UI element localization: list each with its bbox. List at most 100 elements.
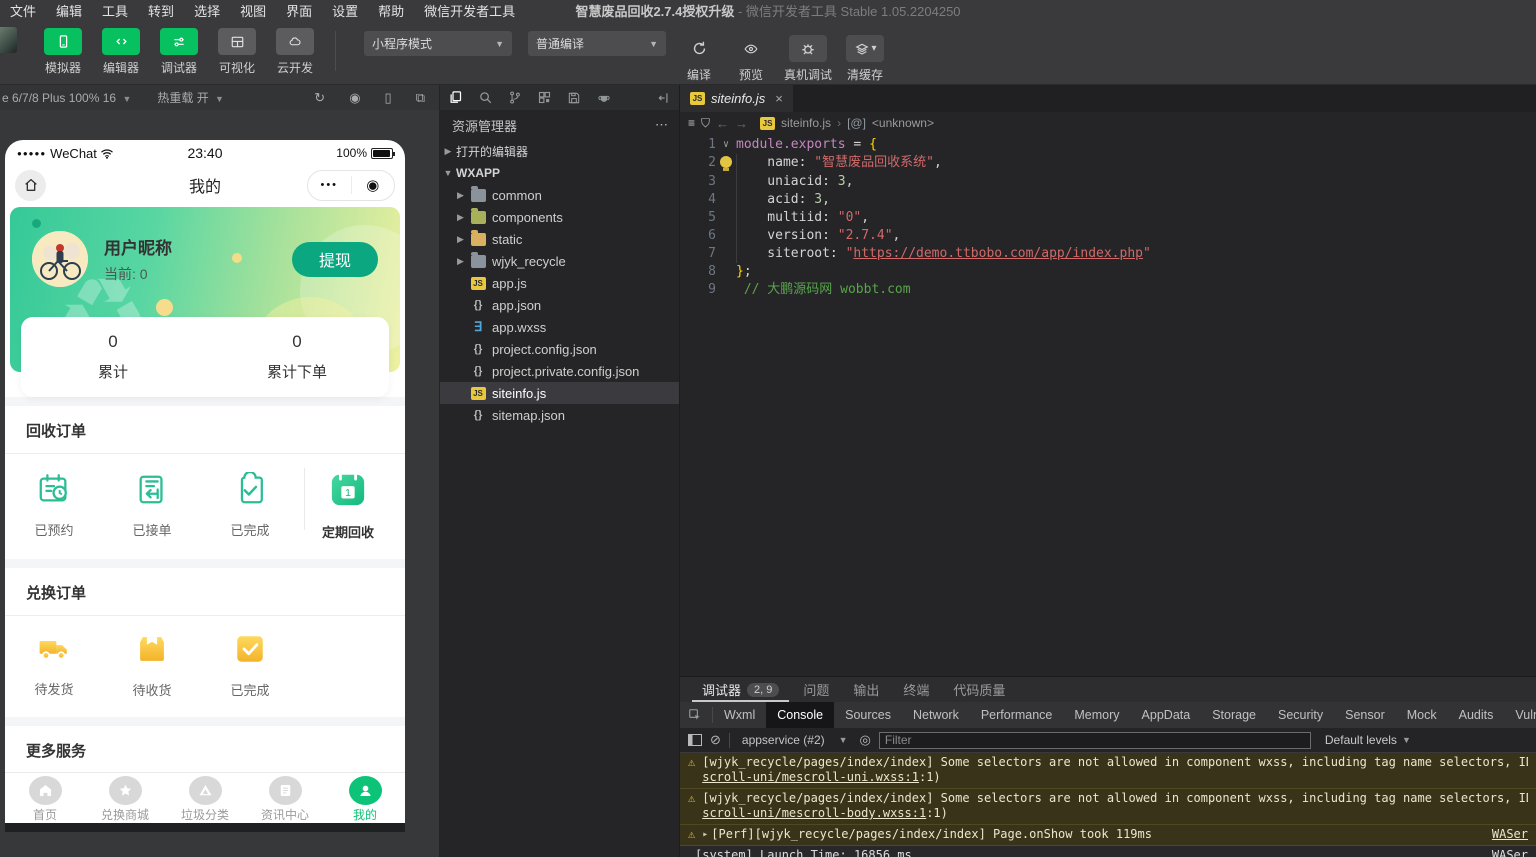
toolbar-button-云开发[interactable]: 云开发: [271, 28, 319, 76]
devtools-tab-AppData[interactable]: AppData: [1131, 702, 1202, 728]
debugger-tab-调试器[interactable]: 调试器 2, 9: [692, 677, 789, 702]
git-branch-icon[interactable]: [508, 90, 522, 105]
breadcrumb-symbol[interactable]: <unknown>: [872, 116, 934, 130]
open-editors-section[interactable]: ▶ 打开的编辑器: [440, 140, 679, 162]
compile-select[interactable]: 普通编译 ▼: [528, 31, 666, 56]
search-icon[interactable]: [478, 90, 493, 105]
service-item-已完成[interactable]: 已完成: [201, 632, 299, 699]
tab-资讯中心[interactable]: 资讯中心: [245, 773, 325, 823]
menu-item-文件[interactable]: 文件: [0, 1, 46, 20]
clear-console-icon[interactable]: ⊘: [710, 732, 721, 748]
tab-首页[interactable]: 首页: [5, 773, 85, 823]
avatar[interactable]: [32, 231, 88, 287]
teapot-icon[interactable]: [596, 91, 612, 104]
context-select[interactable]: appservice (#2) ▼: [738, 733, 852, 747]
service-item-已完成[interactable]: 已完成: [201, 470, 299, 539]
source-link[interactable]: scroll-uni/mescroll-uni.wxss:1: [702, 770, 919, 784]
service-item-待收货[interactable]: 待收货: [103, 632, 201, 699]
debugger-tab-终端[interactable]: 终端: [893, 677, 939, 702]
menu-item-界面[interactable]: 界面: [276, 1, 322, 20]
close-button[interactable]: ◉: [352, 176, 395, 194]
devtools-tab-Storage[interactable]: Storage: [1201, 702, 1267, 728]
debugger-tab-输出[interactable]: 输出: [843, 677, 889, 702]
service-item-已预约[interactable]: 已预约: [5, 472, 103, 539]
stat-item[interactable]: 0 累计下单: [205, 317, 389, 397]
sidebar-toggle-icon[interactable]: [688, 734, 702, 746]
folder-common[interactable]: ▶ common: [440, 184, 679, 206]
bookmark-icon[interactable]: ⛉: [701, 116, 710, 131]
fold-icon[interactable]: ∨: [716, 136, 736, 154]
tab-垃圾分类[interactable]: 垃圾分类: [165, 773, 245, 823]
filter-input[interactable]: [878, 731, 1311, 749]
tab-兑换商城[interactable]: 兑换商城: [85, 773, 165, 823]
debugger-tab-问题[interactable]: 问题: [793, 677, 839, 702]
eye-toggle-icon[interactable]: ◎: [860, 732, 871, 748]
source-link[interactable]: WASer: [1480, 827, 1528, 842]
file-app.json[interactable]: ▶{}app.json: [440, 294, 679, 316]
record-icon[interactable]: ◉: [349, 90, 360, 106]
more-button[interactable]: •••: [308, 179, 351, 191]
toolbar-button-调试器[interactable]: 调试器: [155, 28, 203, 76]
menu-icon[interactable]: ≡: [688, 116, 695, 130]
menu-item-设置[interactable]: 设置: [322, 1, 368, 20]
menu-item-视图[interactable]: 视图: [230, 1, 276, 20]
tab-我的[interactable]: 我的: [325, 773, 405, 823]
file-siteinfo.js[interactable]: ▶JSsiteinfo.js: [440, 382, 679, 404]
devtools-tab-Console[interactable]: Console: [766, 702, 835, 728]
toolbar-action-编译[interactable]: 编译: [680, 35, 718, 83]
url-link[interactable]: https://demo.ttbobo.com/app/index.php: [853, 246, 1143, 261]
user-avatar[interactable]: [0, 27, 17, 53]
file-sitemap.json[interactable]: ▶{}sitemap.json: [440, 404, 679, 426]
menu-item-转到[interactable]: 转到: [138, 1, 184, 20]
devtools-tab-Sources[interactable]: Sources: [834, 702, 902, 728]
hot-reload-toggle[interactable]: 热重载 开 ▼: [157, 89, 224, 106]
toolbar-action-清缓存[interactable]: ▾ 清缓存: [846, 35, 885, 83]
menu-item-选择[interactable]: 选择: [184, 1, 230, 20]
breadcrumb-file[interactable]: siteinfo.js: [781, 116, 831, 130]
save-icon[interactable]: [567, 91, 581, 105]
more-actions-icon[interactable]: ⋯: [655, 117, 669, 133]
source-link[interactable]: WASer: [1480, 848, 1528, 857]
service-item-定期回收[interactable]: 1 定期回收: [299, 470, 397, 541]
devtools-tab-Sensor[interactable]: Sensor: [1334, 702, 1396, 728]
file-project.private.config.json[interactable]: ▶{}project.private.config.json: [440, 360, 679, 382]
devtools-tab-Memory[interactable]: Memory: [1063, 702, 1130, 728]
folder-wjyk_recycle[interactable]: ▶ wjyk_recycle: [440, 250, 679, 272]
stat-item[interactable]: 0 累计: [21, 317, 205, 397]
folder-static[interactable]: ▶ static: [440, 228, 679, 250]
editor-tab-siteinfo[interactable]: JS siteinfo.js ×: [680, 85, 793, 112]
lightbulb-icon[interactable]: [716, 154, 736, 173]
menu-item-编辑[interactable]: 编辑: [46, 1, 92, 20]
multi-window-icon[interactable]: ⧉: [416, 90, 425, 106]
device-select[interactable]: e 6/7/8 Plus 100% 16 ▼: [2, 91, 131, 105]
mode-select[interactable]: 小程序模式 ▼: [364, 31, 512, 56]
toolbar-action-预览[interactable]: 预览: [732, 35, 770, 83]
devtools-tab-Performance[interactable]: Performance: [970, 702, 1064, 728]
source-link[interactable]: scroll-uni/mescroll-body.wxss:1: [702, 806, 926, 820]
devtools-tab-Wxml[interactable]: Wxml: [713, 702, 766, 728]
phone-frame-icon[interactable]: ▯: [385, 90, 392, 106]
file-app.js[interactable]: ▶JSapp.js: [440, 272, 679, 294]
menu-item-帮助[interactable]: 帮助: [368, 1, 414, 20]
nav-forward-icon[interactable]: →: [735, 116, 748, 131]
close-icon[interactable]: ×: [775, 91, 783, 106]
folder-components[interactable]: ▶ components: [440, 206, 679, 228]
code-area[interactable]: 1 ∨ module.exports = {2 name: "智慧废品回收系统", 3…: [680, 134, 1536, 676]
toolbar-button-编辑器[interactable]: 编辑器: [97, 28, 145, 76]
file-project.config.json[interactable]: ▶{}project.config.json: [440, 338, 679, 360]
nav-back-icon[interactable]: ←: [716, 116, 729, 131]
root-folder[interactable]: ▼ WXAPP: [440, 162, 679, 184]
devtools-tab-Vulnerab[interactable]: Vulnerab: [1504, 702, 1536, 728]
menu-item-微信开发者工具[interactable]: 微信开发者工具: [414, 1, 525, 20]
files-icon[interactable]: [448, 90, 463, 105]
service-item-已接单[interactable]: 已接单: [103, 472, 201, 539]
menu-item-工具[interactable]: 工具: [92, 1, 138, 20]
refresh-icon[interactable]: ↻: [314, 90, 325, 106]
devtools-tab-Network[interactable]: Network: [902, 702, 970, 728]
toolbar-button-模拟器[interactable]: 模拟器: [39, 28, 87, 76]
devtools-tab-Mock[interactable]: Mock: [1396, 702, 1448, 728]
debugger-tab-代码质量[interactable]: 代码质量: [943, 677, 1015, 702]
collapse-left-icon[interactable]: [657, 91, 671, 105]
devtools-tab-Audits[interactable]: Audits: [1448, 702, 1505, 728]
devtools-tab-Security[interactable]: Security: [1267, 702, 1334, 728]
